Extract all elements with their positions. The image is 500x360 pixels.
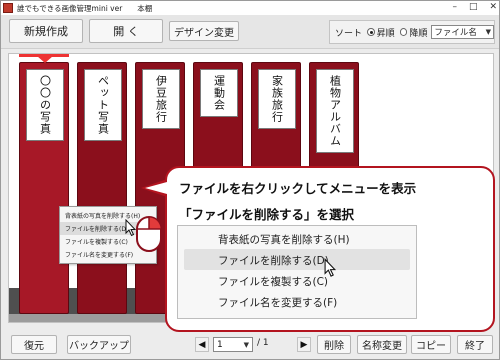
binder-1[interactable]: ペット写真 xyxy=(77,62,127,314)
app-icon xyxy=(3,3,13,13)
open-button[interactable]: 開 く xyxy=(89,19,163,43)
mouse-right-click-icon xyxy=(136,216,162,252)
binder-title: 植物アルバム xyxy=(328,75,342,147)
backup-button[interactable]: バックアップ xyxy=(67,335,131,354)
menu-item-rename-file[interactable]: ファイル名を変更する(F) xyxy=(184,291,410,312)
binder-title: ペット写真 xyxy=(96,75,110,135)
cursor-icon xyxy=(125,219,137,237)
rename-button[interactable]: 名称変更 xyxy=(357,335,407,354)
delete-button[interactable]: 削除 xyxy=(317,335,351,354)
menu-item-duplicate-file[interactable]: ファイルを複製する(C) xyxy=(184,270,410,291)
callout-tail-inner xyxy=(145,182,167,194)
sort-desc-label: 降順 xyxy=(409,28,428,39)
binder-title: 〇〇の写真 xyxy=(38,75,52,135)
restore-button[interactable]: 復元 xyxy=(11,335,57,354)
title-bar: 誰でもできる画像管理mini ver 本棚 – □ ✕ xyxy=(1,1,499,15)
binder-title: 伊豆旅行 xyxy=(154,75,168,123)
binder-label: ペット写真 xyxy=(84,69,122,141)
sort-asc-radio[interactable] xyxy=(367,28,375,36)
page-total: / 1 xyxy=(257,338,269,348)
callout-instruction-1: ファイルを右クリックしてメニューを表示 xyxy=(179,181,417,196)
sort-desc-radio[interactable] xyxy=(399,28,408,36)
sort-asc-label: 昇順 xyxy=(376,28,395,39)
sort-field-select[interactable]: ファイル名 ▼ xyxy=(431,25,494,39)
menu-item-delete-file[interactable]: ファイルを削除する(D) xyxy=(184,249,410,270)
window-controls: – □ ✕ xyxy=(452,2,497,12)
binder-0[interactable]: 〇〇の写真 xyxy=(19,54,69,314)
toolbar: 新規作成 開 く デザイン変更 ソート 昇順 降順 ファイル名 ▼ xyxy=(1,15,499,49)
minimize-icon[interactable]: – xyxy=(452,2,457,12)
binder-label: 〇〇の写真 xyxy=(26,69,64,141)
prev-page-arrow-icon[interactable]: ◀ xyxy=(195,337,209,352)
app-window: 誰でもできる画像管理mini ver 本棚 – □ ✕ 新規作成 開 く デザイ… xyxy=(0,0,500,360)
binder-title: 家族旅行 xyxy=(270,75,284,123)
binder-label: 伊豆旅行 xyxy=(142,69,180,129)
chevron-down-icon: ▼ xyxy=(485,28,491,36)
maximize-icon[interactable]: □ xyxy=(469,2,478,12)
chevron-down-icon: ▼ xyxy=(243,340,249,349)
copy-button[interactable]: コピー xyxy=(411,335,451,354)
selection-marker-icon xyxy=(37,56,53,63)
binder-label: 運動会 xyxy=(200,69,238,117)
next-page-arrow-icon[interactable]: ▶ xyxy=(297,337,311,352)
page-current: 1 xyxy=(217,339,223,350)
binder-label: 家族旅行 xyxy=(258,69,296,129)
design-change-button[interactable]: デザイン変更 xyxy=(169,21,239,41)
context-menu-enlarged: 背表紙の写真を削除する(H) ファイルを削除する(D) ファイルを複製する(C)… xyxy=(177,225,417,319)
close-icon[interactable]: ✕ xyxy=(489,2,497,12)
sort-field-value: ファイル名 xyxy=(434,28,477,38)
window-title: 誰でもできる画像管理mini ver 本棚 xyxy=(17,3,153,13)
sort-panel: ソート 昇順 降順 ファイル名 ▼ xyxy=(329,20,495,44)
binder-title: 運動会 xyxy=(212,75,226,111)
binder-label: 植物アルバム xyxy=(316,69,354,153)
sort-label: ソート xyxy=(335,28,363,39)
callout-instruction-2: 「ファイルを削除する」を選択 xyxy=(179,207,355,222)
exit-button[interactable]: 終了 xyxy=(457,335,493,354)
new-button[interactable]: 新規作成 xyxy=(9,19,83,43)
menu-item-delete-spine-photo[interactable]: 背表紙の写真を削除する(H) xyxy=(184,228,410,249)
page-select[interactable]: 1 ▼ xyxy=(213,337,253,352)
cursor-icon xyxy=(324,258,337,277)
